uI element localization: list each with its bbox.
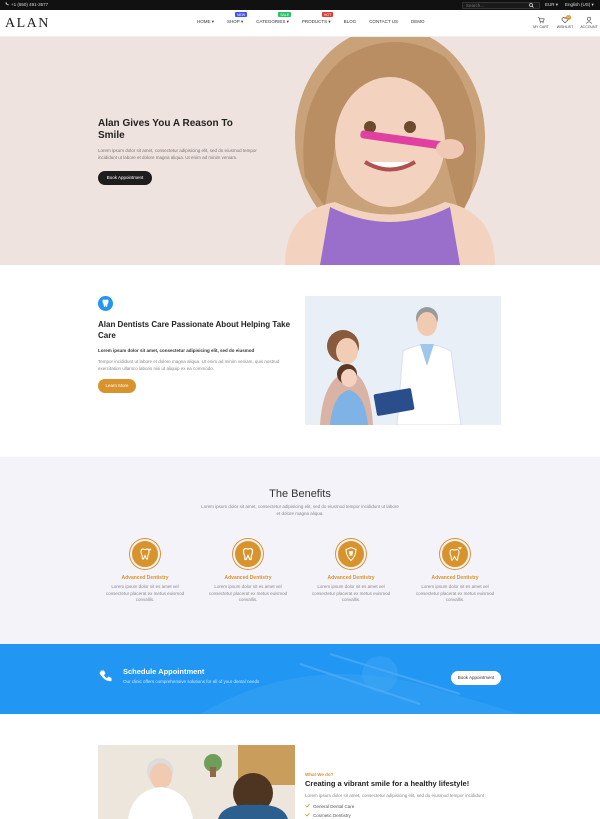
nav-contact[interactable]: CONTACT US — [369, 19, 398, 25]
account-button[interactable]: ACCOUNT — [580, 16, 598, 29]
about-section: Alan Dentists Care Passionate About Help… — [0, 265, 600, 457]
account-label: ACCOUNT — [580, 25, 598, 29]
benefits-section: The Benefits Lorem ipsum dolor sit amet,… — [0, 457, 600, 644]
currency-label: EUR — [545, 2, 555, 7]
about-lead: Lorem ipsum dolor sit amet, consectetur … — [98, 348, 255, 353]
benefit-card[interactable]: Advanced Dentistry Lorem ipsum dolor sit… — [311, 539, 391, 604]
schedule-banner: Schedule Appointment Our clinic offers c… — [0, 644, 600, 714]
benefit-title: Advanced Dentistry — [121, 575, 169, 581]
benefit-text: Lorem ipsum dolor sit es amet vel consec… — [105, 584, 185, 602]
tooth-icon — [233, 539, 263, 569]
about-text: Tempor incididunt ut labore et dolore ma… — [98, 359, 280, 371]
nav-label: HOME — [197, 19, 211, 24]
hero-banner: Alan Gives You A Reason To Smile Lorem i… — [0, 37, 600, 265]
benefit-card[interactable]: Advanced Dentistry Lorem ipsum dolor sit… — [105, 539, 185, 604]
benefit-title: Advanced Dentistry — [431, 575, 479, 581]
wishlist-button[interactable]: 0 WISHLIST — [556, 15, 574, 29]
nav-badge-sale: SALE — [278, 12, 292, 17]
wishlist-label: WISHLIST — [556, 25, 574, 29]
nav-label: CATEGORIES — [256, 19, 286, 24]
search-input[interactable] — [463, 2, 529, 9]
tooth-shield-icon — [336, 539, 366, 569]
check-icon — [305, 812, 310, 818]
nav-blog[interactable]: BLOG — [344, 19, 357, 25]
section-eyebrow: What We do? — [305, 772, 334, 777]
phone-icon — [98, 669, 113, 689]
benefits-intro: Lorem ipsum dolor sit amet, consectetur … — [201, 504, 399, 516]
benefit-text: Lorem ipsum dolor sit es amet vel consec… — [208, 584, 288, 602]
language-select[interactable]: English (US) ▾ — [565, 2, 594, 8]
benefit-text: Lorem ipsum dolor sit es amet vel consec… — [311, 584, 391, 602]
hero-girl-image — [285, 37, 495, 265]
benefits-title: The Benefits — [269, 488, 331, 500]
cart-label: MY CART — [533, 25, 549, 29]
nav-label: DEMO — [411, 19, 425, 24]
benefit-title: Advanced Dentistry — [327, 575, 375, 581]
benefit-card[interactable]: Advanced Dentistry Lorem ipsum dolor sit… — [208, 539, 288, 604]
schedule-text: Our clinic offers comprehensive solution… — [123, 679, 260, 684]
nav-shop[interactable]: NEW SHOP ▾ — [227, 12, 248, 25]
list-item-label: General Dental Care — [313, 803, 355, 809]
list-item-label: Cosmetic Dentistry — [313, 812, 351, 818]
user-icon — [585, 16, 593, 25]
tooth-sparkle-icon — [130, 539, 160, 569]
wishlist-count: 0 — [566, 15, 571, 20]
section-text: Lorem ipsum dolor sit amet, consectetur … — [305, 793, 485, 798]
benefit-card[interactable]: Advanced Dentistry Lorem ipsum dolor sit… — [415, 539, 495, 604]
book-appointment-button[interactable]: Book Appointment — [98, 171, 152, 185]
doctor-family-image — [305, 296, 501, 425]
hero-text: Lorem ipsum dolor sit amet, consectetur … — [98, 148, 257, 160]
about-title: Alan Dentists Care Passionate About Help… — [98, 320, 291, 340]
nav-badge-new: NEW — [235, 12, 248, 17]
schedule-book-button[interactable]: Book Appointment — [451, 671, 501, 685]
nav-products[interactable]: HOT PRODUCTS ▾ — [301, 12, 334, 25]
what-we-do-section: What We do? Creating a vibrant smile for… — [0, 714, 600, 819]
main-nav: HOME ▾ NEW SHOP ▾ SALE CATEGORIES ▾ HOT PRO… — [197, 12, 438, 25]
nav-categories[interactable]: SALE CATEGORIES ▾ — [256, 12, 292, 25]
nav-label: SHOP — [227, 19, 240, 24]
services-list: General Dental Care Cosmetic Dentistry — [305, 803, 354, 819]
cart-button[interactable]: MY CART — [533, 16, 549, 29]
section-title: Creating a vibrant smile for a healthy l… — [305, 779, 470, 788]
tooth-heart-icon — [440, 539, 470, 569]
header-icons: MY CART 0 WISHLIST ACCOUNT — [533, 15, 598, 29]
nav-label: CONTACT US — [369, 19, 399, 24]
list-item: Cosmetic Dentistry — [305, 812, 354, 818]
top-bar: +1 (650) 491-3577 EUR ▾ English (US) ▾ — [0, 0, 600, 10]
language-label: English (US) — [565, 2, 591, 7]
doctor-patient-image — [98, 745, 295, 819]
benefit-text: Lorem ipsum dolor sit es amet vel consec… — [415, 584, 495, 602]
check-icon — [305, 803, 310, 809]
cart-icon — [537, 16, 545, 25]
learn-more-button[interactable]: Learn More — [98, 379, 136, 393]
nav-demo[interactable]: DEMO — [411, 19, 425, 25]
list-item: General Dental Care — [305, 803, 354, 809]
benefit-title: Advanced Dentistry — [224, 575, 272, 581]
main-header: ALAN HOME ▾ NEW SHOP ▾ SALE CATEGORIES ▾ H… — [0, 10, 600, 37]
search-box[interactable] — [462, 1, 540, 9]
nav-home[interactable]: HOME ▾ — [197, 19, 214, 25]
schedule-title: Schedule Appointment — [123, 667, 205, 676]
search-icon[interactable] — [529, 3, 534, 9]
nav-badge-hot: HOT — [321, 12, 334, 17]
phone-icon — [5, 2, 9, 7]
phone-contact[interactable]: +1 (650) 491-3577 — [5, 2, 48, 7]
tooth-icon — [98, 296, 113, 311]
currency-select[interactable]: EUR ▾ — [545, 2, 558, 8]
hero-title: Alan Gives You A Reason To Smile — [98, 118, 233, 141]
nav-label: PRODUCTS — [301, 19, 328, 24]
site-logo[interactable]: ALAN — [5, 16, 50, 32]
nav-label: BLOG — [343, 19, 357, 24]
phone-number: +1 (650) 491-3577 — [11, 2, 49, 7]
dental-tools-background — [200, 653, 520, 714]
